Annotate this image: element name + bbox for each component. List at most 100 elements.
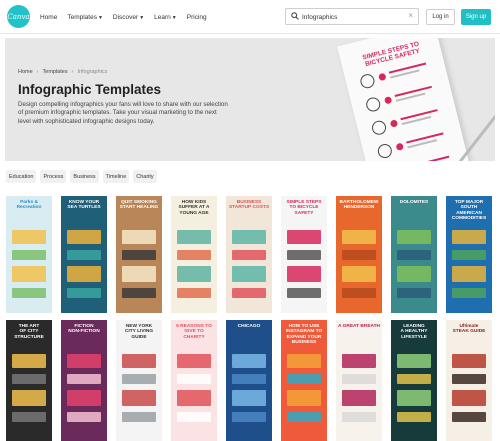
template-title: Parks & Recreation	[16, 200, 42, 211]
template-card[interactable]: BARTHOLOMEW HENDERSON	[336, 196, 382, 313]
template-graphic	[12, 374, 46, 384]
template-graphic	[452, 374, 486, 384]
nav-learn[interactable]: Learn▼	[154, 14, 177, 21]
template-graphic	[232, 412, 266, 422]
template-graphic	[397, 354, 431, 368]
template-graphic	[342, 354, 376, 368]
template-graphic	[397, 266, 431, 282]
template-card[interactable]: QUIT SMOKING START HEALING	[116, 196, 162, 313]
template-card[interactable]: Parks & Recreation	[6, 196, 52, 313]
step-marker	[378, 72, 387, 82]
step-line	[412, 155, 450, 161]
template-card[interactable]: CHICAGO	[226, 320, 272, 441]
template-graphic	[452, 230, 486, 244]
template-graphic	[342, 230, 376, 244]
template-card[interactable]: HOW TO USE INSTAGRAM TO EXPAND YOUR BUSI…	[281, 320, 327, 441]
template-card[interactable]: LEADING A HEALTHY LIFESTYLE	[391, 320, 437, 441]
template-card[interactable]: FICTION NON-FICTION	[61, 320, 107, 441]
template-graphic	[452, 390, 486, 406]
template-title: 5 REASONS TO GIVE TO CHARITY	[176, 324, 212, 340]
template-card[interactable]: 5 REASONS TO GIVE TO CHARITY	[171, 320, 217, 441]
template-graphic	[12, 390, 46, 406]
template-title: SIMPLE STEPS TO BICYCLE SAFETY	[286, 200, 322, 216]
hero-banner: Home › Templates › Infographics Infograp…	[5, 38, 495, 161]
login-button[interactable]: Log in	[426, 9, 455, 25]
nav-templates[interactable]: Templates▼	[67, 14, 103, 21]
chevron-down-icon: ▼	[139, 14, 145, 21]
template-title: CHICAGO	[237, 324, 261, 329]
template-graphic	[177, 288, 211, 298]
template-title: QUIT SMOKING START HEALING	[119, 200, 159, 211]
template-graphic	[177, 390, 211, 406]
template-graphic	[397, 288, 431, 298]
template-graphic	[67, 354, 101, 368]
template-graphic	[12, 354, 46, 368]
template-title: HOW KIDS SUFFER AT A YOUNG AGE	[178, 200, 210, 216]
breadcrumb-current: Infographics	[77, 69, 108, 75]
chevron-down-icon: ▼	[171, 14, 177, 21]
template-title: HOW TO USE INSTAGRAM TO EXPAND YOUR BUSI…	[285, 324, 323, 346]
template-card[interactable]: TOP MAJOR SOUTH AMERICAN COMMODITIES	[446, 196, 492, 313]
template-graphic	[397, 250, 431, 260]
search-icon	[291, 12, 299, 20]
nav-discover[interactable]: Discover▼	[113, 14, 144, 21]
template-card[interactable]: KNOW YOUR SEA TURTLES	[61, 196, 107, 313]
top-bar: Canva Home Templates▼ Discover▼ Learn▼ P…	[0, 0, 500, 34]
template-graphic	[452, 266, 486, 282]
template-graphic	[12, 412, 46, 422]
template-graphic	[287, 354, 321, 368]
template-graphic	[452, 288, 486, 298]
template-card[interactable]: DOLOMITES	[391, 196, 437, 313]
template-card[interactable]: NEW YORK CITY LIVING GUIDE	[116, 320, 162, 441]
chevron-down-icon: ▼	[97, 14, 103, 21]
template-graphic	[177, 354, 211, 368]
helmet-icon	[358, 72, 376, 90]
template-card[interactable]: BUSINESS STARTUP COSTS	[226, 196, 272, 313]
template-graphic	[287, 390, 321, 406]
search-input[interactable]	[302, 11, 402, 23]
canva-logo[interactable]: Canva	[7, 5, 30, 28]
nav-label: Home	[40, 13, 58, 21]
template-graphic	[122, 374, 156, 384]
step-marker	[395, 142, 405, 152]
template-graphic	[232, 354, 266, 368]
filter-tags: Education Process Business Timeline Char…	[6, 170, 157, 183]
template-graphic	[12, 230, 46, 244]
template-card[interactable]: SIMPLE STEPS TO BICYCLE SAFETY	[281, 196, 327, 313]
template-graphic	[397, 412, 431, 422]
template-card[interactable]: A GREAT BREATH	[336, 320, 382, 441]
template-graphic	[177, 374, 211, 384]
template-graphic	[177, 412, 211, 422]
template-graphic	[287, 230, 321, 244]
nav-label: Learn	[154, 13, 171, 21]
template-graphic	[12, 288, 46, 298]
signup-button[interactable]: Sign up	[461, 9, 491, 25]
breadcrumb-home[interactable]: Home	[18, 69, 33, 75]
template-graphic	[342, 412, 376, 422]
tag-charity[interactable]: Charity	[133, 170, 157, 183]
template-graphic	[232, 374, 266, 384]
tag-timeline[interactable]: Timeline	[102, 170, 130, 183]
tag-business[interactable]: Business	[70, 170, 99, 183]
nav-label: Discover	[112, 13, 139, 21]
template-card[interactable]: Ultimate STEAK GUIDE	[446, 320, 492, 441]
template-title: BUSINESS STARTUP COSTS	[228, 200, 270, 211]
template-graphic	[232, 230, 266, 244]
template-graphic	[67, 390, 101, 406]
tag-process[interactable]: Process	[40, 170, 67, 183]
template-graphic	[342, 374, 376, 384]
template-title: DOLOMITES	[399, 200, 429, 205]
tag-education[interactable]: Education	[6, 170, 37, 183]
breadcrumb-templates[interactable]: Templates	[43, 69, 68, 75]
template-card[interactable]: HOW KIDS SUFFER AT A YOUNG AGE	[171, 196, 217, 313]
template-title: A GREAT BREATH	[338, 324, 381, 329]
nav-pricing[interactable]: Pricing	[187, 14, 207, 21]
template-graphic	[122, 354, 156, 368]
clear-search-icon[interactable]: ×	[408, 11, 413, 20]
pencil-decoration	[458, 113, 495, 161]
template-graphic	[67, 374, 101, 384]
template-card[interactable]: THE ART OF CITY STRUCTURE	[6, 320, 52, 441]
nav-home[interactable]: Home	[40, 14, 57, 21]
search-box[interactable]: ×	[285, 8, 419, 25]
template-graphic	[232, 288, 266, 298]
